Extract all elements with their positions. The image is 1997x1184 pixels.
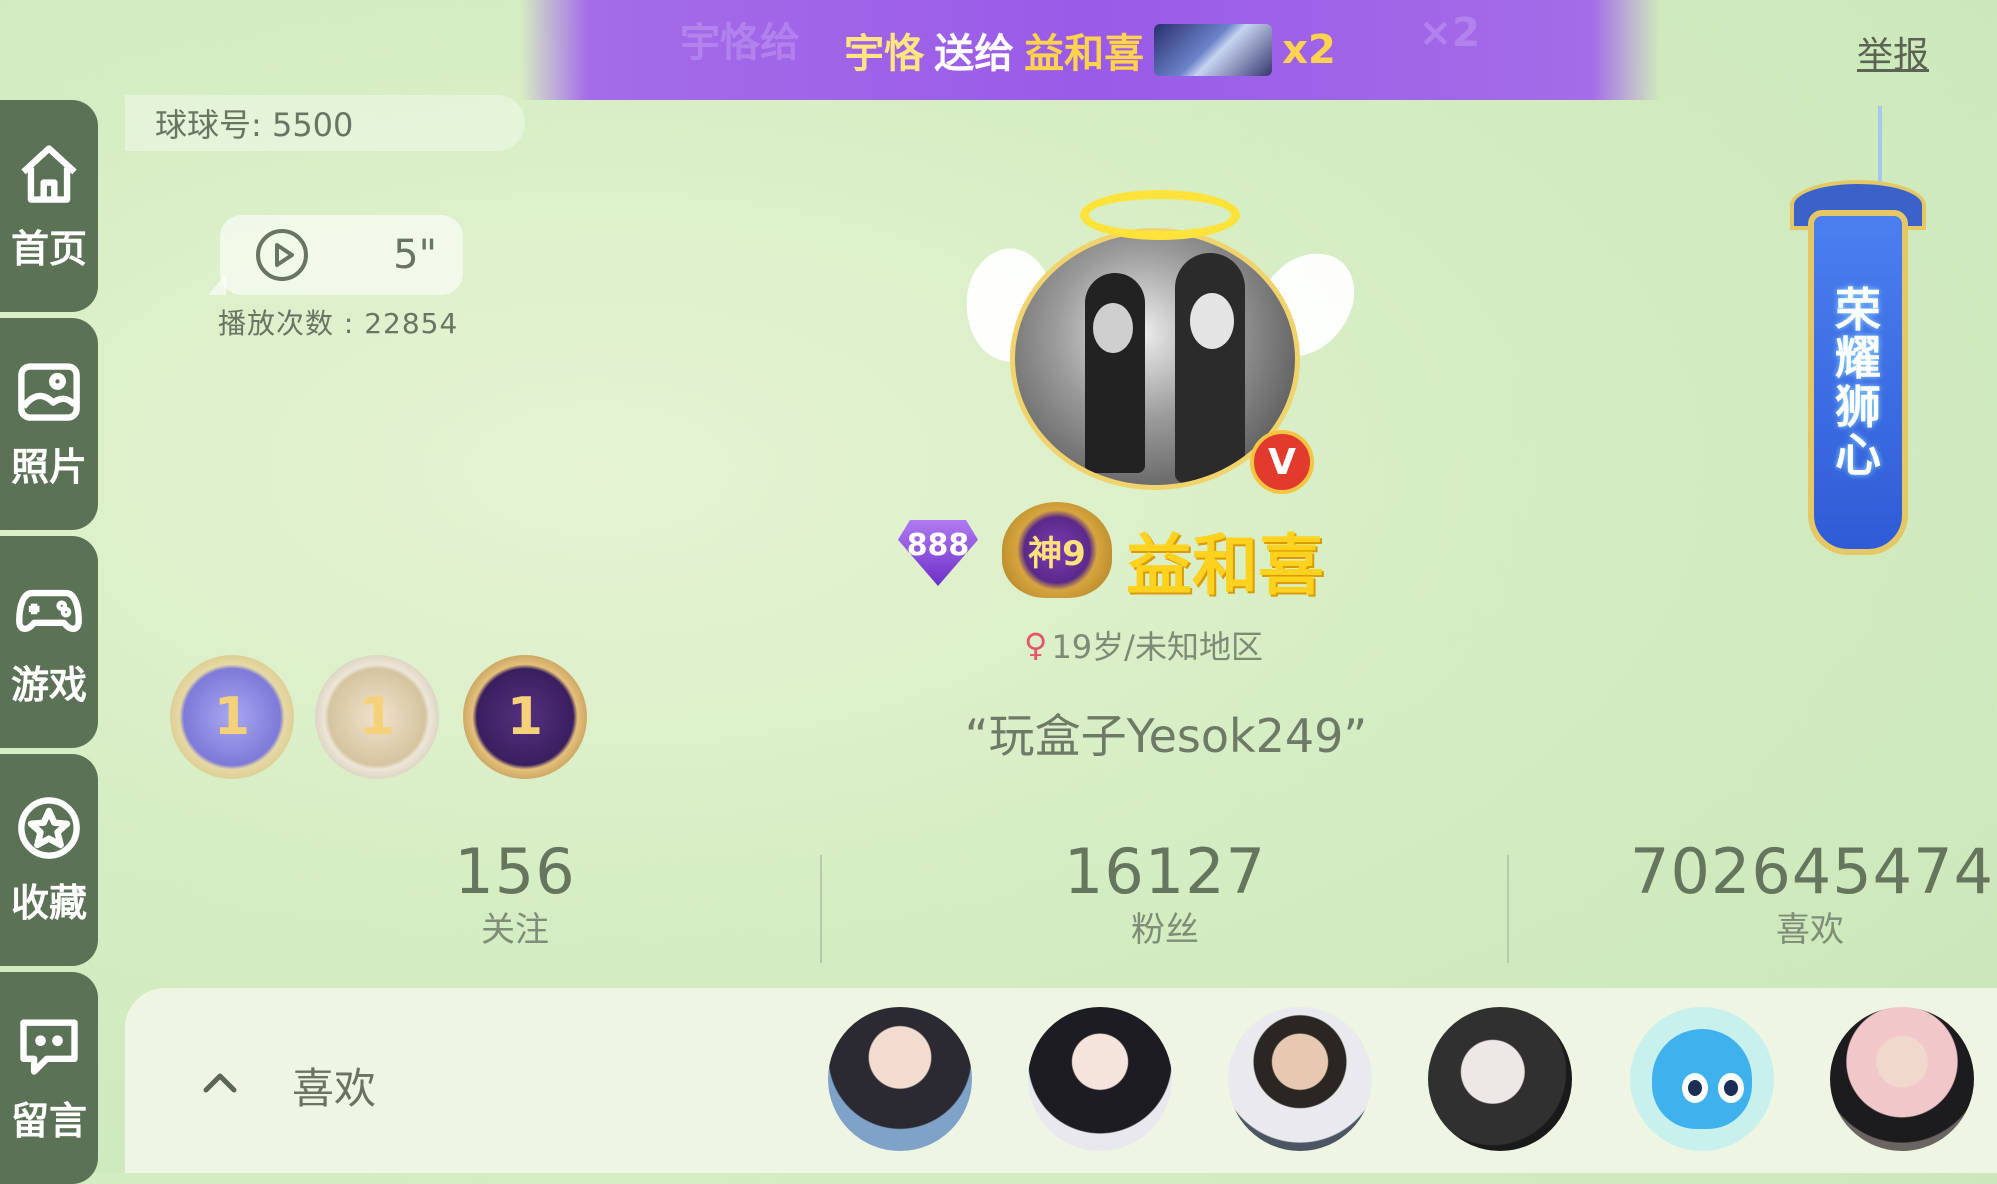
gift-receiver: 益和喜 <box>1024 31 1145 77</box>
message-icon <box>20 1018 78 1075</box>
stat-value: 156 <box>454 835 576 908</box>
fan-avatar[interactable] <box>1630 1007 1774 1151</box>
sidebar-item-home[interactable]: 首页 <box>0 100 98 312</box>
fan-avatar[interactable] <box>1228 1007 1372 1151</box>
female-icon: ♀ <box>1024 626 1048 664</box>
gift-verb: 送给 <box>934 31 1015 77</box>
user-info: ♀ 19岁/未知地区 <box>1024 622 1263 668</box>
photo-icon <box>18 362 80 421</box>
halo-icon <box>1080 190 1240 240</box>
divider <box>1507 855 1509 963</box>
fan-avatar[interactable] <box>1028 1007 1172 1151</box>
stat-label: 喜欢 <box>1776 910 1844 950</box>
gift-image <box>1154 24 1273 76</box>
stat-following[interactable]: 156 关注 <box>440 835 590 951</box>
report-link[interactable]: 举报 <box>1857 26 1929 78</box>
sidebar-item-label: 照片 <box>10 444 87 489</box>
username: 益和喜 <box>1126 527 1324 604</box>
gamepad-icon <box>16 589 82 632</box>
gift-sender: 宇恪 <box>844 31 925 77</box>
play-count: 播放次数 : 22854 <box>218 307 459 340</box>
voice-duration: 5" <box>393 232 437 278</box>
stat-label: 粉丝 <box>1131 910 1199 950</box>
gift-count: x2 <box>1282 27 1336 73</box>
honor-char: 狮 <box>1835 379 1881 434</box>
voice-intro-button[interactable]: 5" <box>208 215 463 295</box>
honor-char: 荣 <box>1835 282 1881 337</box>
verified-badge: V <box>1250 430 1314 494</box>
divider <box>820 855 822 963</box>
home-icon <box>21 144 77 203</box>
signature: “玩盒子Yesok249” <box>964 709 1368 763</box>
stat-label: 关注 <box>481 910 549 950</box>
honor-title-badge[interactable]: 荣 耀 狮 心 <box>1808 210 1908 555</box>
chevron-up-icon[interactable] <box>200 1062 240 1102</box>
play-icon <box>256 229 308 281</box>
star-icon <box>18 796 80 859</box>
level-badge[interactable]: 888 <box>898 520 978 586</box>
stat-fans[interactable]: 16127 粉丝 <box>1050 835 1280 951</box>
stat-likes[interactable]: 7026454746 喜欢 <box>1630 835 1997 951</box>
fan-avatar[interactable] <box>828 1007 972 1151</box>
age-region: 19岁/未知地区 <box>1051 628 1263 666</box>
sidebar-item-label: 首页 <box>10 226 87 271</box>
stat-value: 7026454746 <box>1630 835 1997 908</box>
sidebar-item-favorites[interactable]: 收藏 <box>0 754 98 966</box>
user-id-label: 球球号: 5500 <box>125 95 525 151</box>
sidebar-item-label: 收藏 <box>10 880 87 925</box>
stat-value: 16127 <box>1063 835 1267 908</box>
honor-char: 耀 <box>1835 331 1881 386</box>
fan-avatar[interactable] <box>1428 1007 1572 1151</box>
sidebar-item-messages[interactable]: 留言 <box>0 972 98 1184</box>
gift-banner: 宇恪给 ×2 宇恪 送给 益和喜 x2 <box>520 0 1660 100</box>
likes-label[interactable]: 喜欢 <box>292 1055 376 1116</box>
honor-char: 心 <box>1835 427 1881 482</box>
rank-badge[interactable]: 神9 <box>1002 502 1112 598</box>
sidebar-item-photos[interactable]: 照片 <box>0 318 98 530</box>
fan-avatar[interactable] <box>1830 1007 1974 1151</box>
sidebar-item-label: 留言 <box>10 1098 87 1143</box>
banner-ghost-count: ×2 <box>1418 10 1480 56</box>
banner-ghost-text: 宇恪给 <box>680 20 800 66</box>
